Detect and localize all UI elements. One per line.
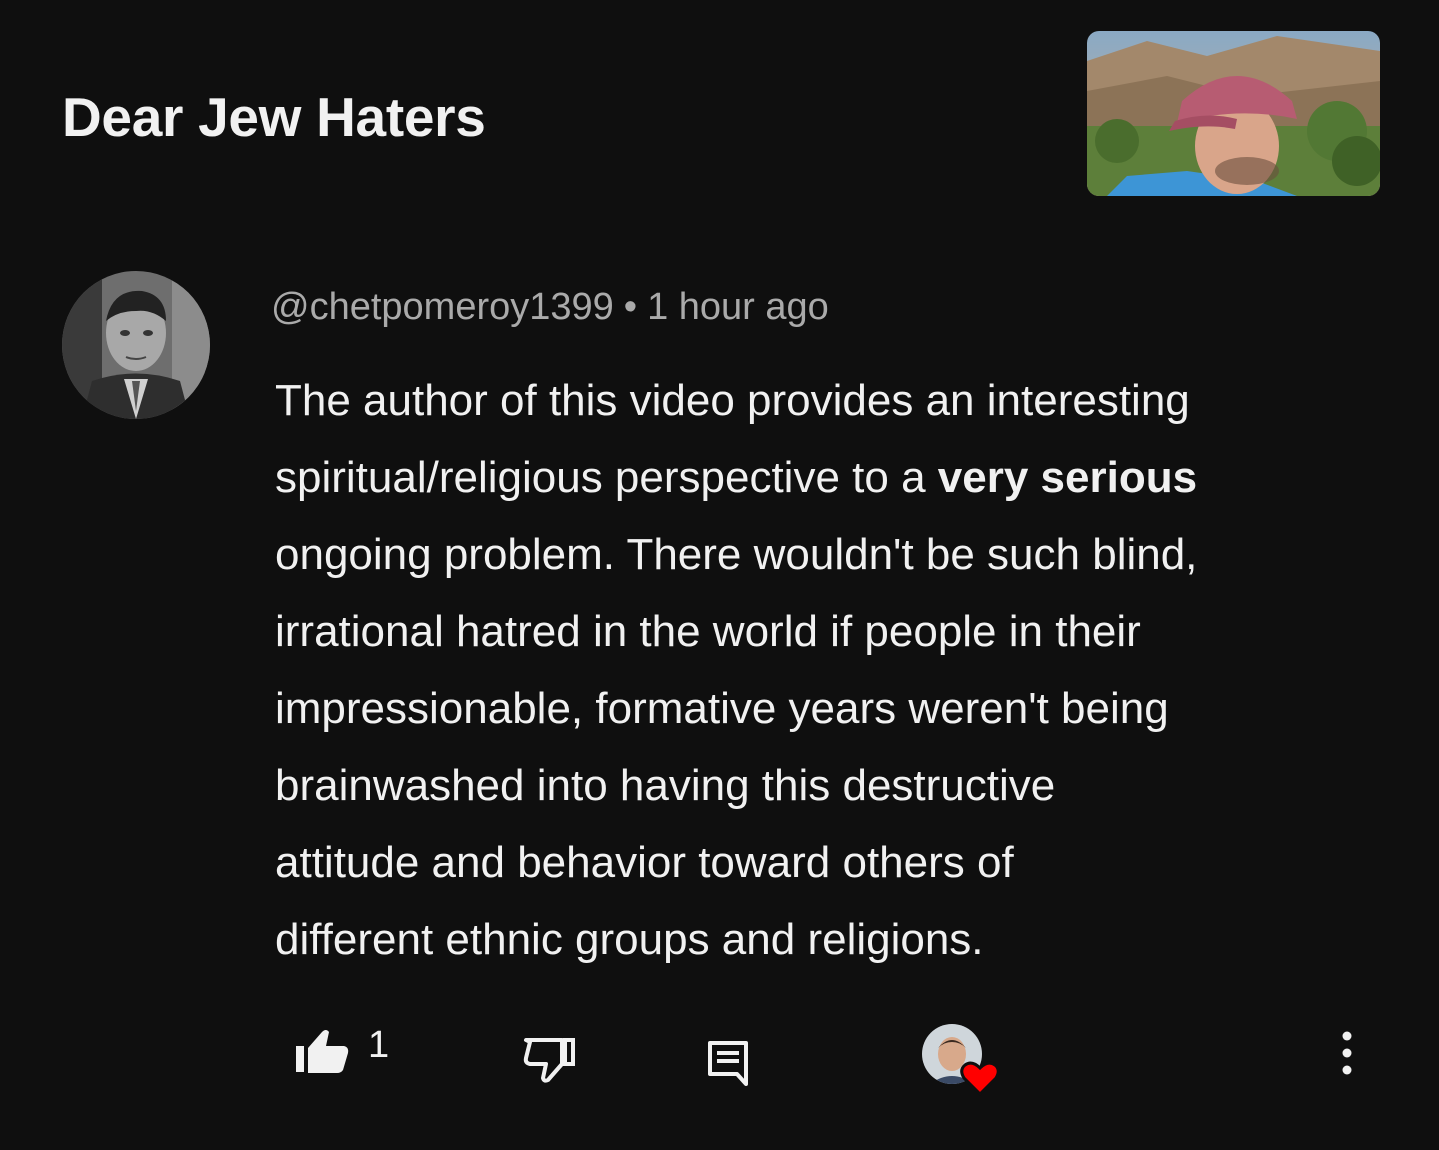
comment-text: The author of this video provides an int… (275, 362, 1385, 978)
thumbs-up-icon (296, 1030, 349, 1073)
video-title[interactable]: Dear Jew Haters (62, 84, 486, 150)
comment-line: spiritual/religious perspective to a ver… (275, 453, 1198, 502)
comment-line: impressionable, formative years weren't … (275, 684, 1169, 733)
thumbs-down-icon (523, 1038, 575, 1083)
comment-line: The author of this video provides an int… (275, 376, 1190, 425)
video-thumbnail[interactable] (1087, 31, 1380, 196)
thumbnail-image (1087, 31, 1380, 196)
comment-meta: @chetpomeroy1399 • 1 hour ago (271, 282, 829, 332)
comment-bold-text: very serious (937, 453, 1198, 502)
like-count: 1 (368, 1024, 390, 1066)
like-button[interactable]: 1 (294, 1024, 390, 1074)
more-vert-icon (1342, 1031, 1352, 1075)
reply-button[interactable] (707, 1040, 749, 1088)
comment-view: Dear Jew Haters @chetpomeroy1399 • 1 hou… (0, 0, 1439, 1150)
comment-author[interactable]: @chetpomeroy1399 (271, 286, 614, 328)
more-options-button[interactable] (1338, 1030, 1356, 1076)
comment-line: ongoing problem. There wouldn't be such … (275, 530, 1198, 579)
comment-line: different ethnic groups and religions. (275, 915, 984, 964)
comment-line: irrational hatred in the world if people… (275, 607, 1141, 656)
commenter-avatar[interactable] (62, 271, 210, 419)
reply-icon (708, 1041, 748, 1086)
dislike-button[interactable] (522, 1036, 578, 1084)
comment-line: brainwashed into having this destructive (275, 761, 1056, 810)
creator-heart (922, 1024, 1002, 1096)
avatar-image (62, 271, 210, 419)
creator-heart-icon (960, 1061, 1000, 1096)
meta-separator: • (623, 286, 638, 328)
comment-timestamp: 1 hour ago (647, 286, 829, 328)
comment-line: attitude and behavior toward others of (275, 838, 1014, 887)
